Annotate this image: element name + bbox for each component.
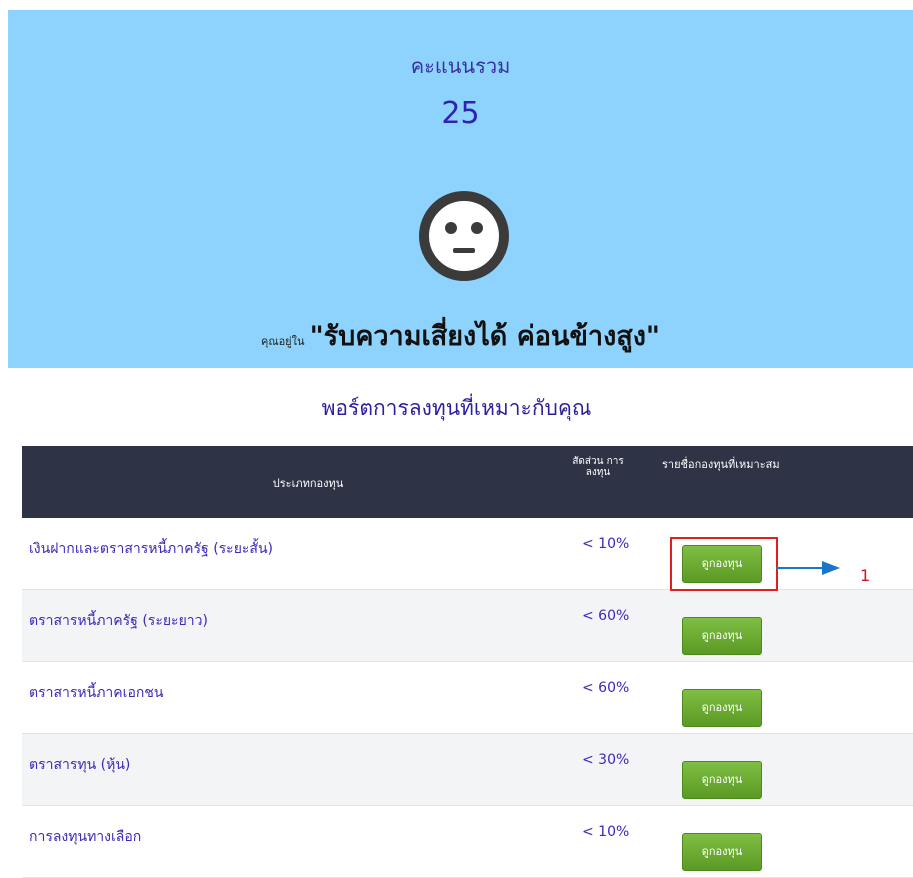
- header-ratio-text: สัดส่วน การ ลงทุน: [572, 456, 624, 478]
- table-row: เงินฝากและตราสารหนี้ภาครัฐ (ระยะสั้น) < …: [22, 518, 913, 590]
- fund-type: ตราสารหนี้ภาครัฐ (ระยะยาว): [29, 613, 208, 629]
- view-funds-button[interactable]: ดูกองทุน: [682, 689, 762, 727]
- risk-prefix: คุณอยู่ใน: [261, 335, 305, 348]
- header-funds: รายชื่อกองทุนที่เหมาะสม: [662, 458, 780, 471]
- table-header: ประเภทกองทุน สัดส่วน การ ลงทุน รายชื่อกอ…: [22, 446, 913, 518]
- view-funds-button[interactable]: ดูกองทุน: [682, 761, 762, 799]
- view-funds-button[interactable]: ดูกองทุน: [682, 617, 762, 655]
- neutral-face-icon: [419, 191, 509, 281]
- risk-level: "รับความเสี่ยงได้ ค่อนข้างสูง": [309, 321, 660, 352]
- table-row: ตราสารหนี้ภาคเอกชน < 60% ดูกองทุน: [22, 662, 913, 734]
- header-ratio: สัดส่วน การ ลงทุน: [560, 456, 636, 478]
- annotation-number: 1: [860, 566, 871, 585]
- fund-type: ตราสารทุน (หุ้น): [29, 757, 131, 773]
- view-funds-button[interactable]: ดูกองทุน: [682, 833, 762, 871]
- table-row: ตราสารทุน (หุ้น) < 30% ดูกองทุน: [22, 734, 913, 806]
- portfolio-table: ประเภทกองทุน สัดส่วน การ ลงทุน รายชื่อกอ…: [22, 446, 913, 878]
- fund-type: การลงทุนทางเลือก: [29, 829, 142, 845]
- fund-ratio: < 10%: [582, 824, 630, 840]
- fund-ratio: < 60%: [582, 680, 630, 696]
- fund-ratio: < 30%: [582, 752, 630, 768]
- fund-type: ตราสารหนี้ภาคเอกชน: [29, 685, 164, 701]
- score-value: 25: [441, 96, 480, 131]
- highlight-box: [670, 537, 778, 591]
- fund-ratio: < 10%: [582, 536, 630, 552]
- table-row: การลงทุนทางเลือก < 10% ดูกองทุน: [22, 806, 913, 878]
- table-row: ตราสารหนี้ภาครัฐ (ระยะยาว) < 60% ดูกองทุ…: [22, 590, 913, 662]
- arrow-right-icon: [776, 561, 840, 575]
- score-panel: คะแนนรวม 25 คุณอยู่ใน "รับความเสี่ยงได้ …: [8, 10, 913, 368]
- fund-ratio: < 60%: [582, 608, 630, 624]
- fund-type: เงินฝากและตราสารหนี้ภาครัฐ (ระยะสั้น): [29, 541, 274, 557]
- score-label: คะแนนรวม: [410, 54, 511, 78]
- portfolio-title: พอร์ตการลงทุนที่เหมาะกับคุณ: [321, 396, 592, 420]
- header-fund-type: ประเภทกองทุน: [272, 477, 344, 490]
- risk-level-line: คุณอยู่ใน "รับความเสี่ยงได้ ค่อนข้างสูง": [8, 314, 913, 357]
